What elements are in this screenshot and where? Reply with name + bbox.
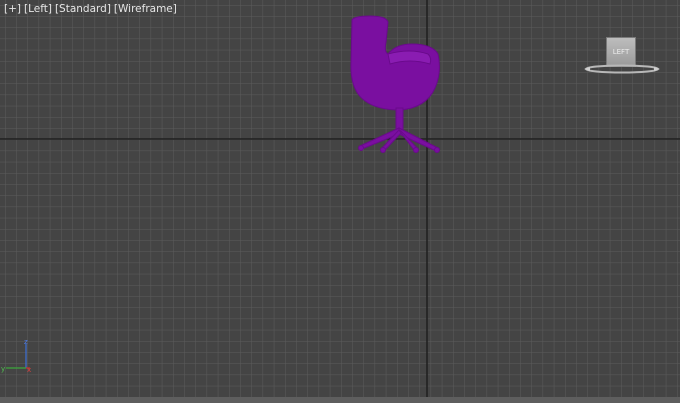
- viewport-menu-label[interactable]: [+]: [4, 3, 21, 15]
- axis-x-label: x: [27, 366, 31, 374]
- viewport-labels: [+] [Left] [Standard] [Wireframe]: [4, 3, 177, 15]
- axis-tripod: z y x: [1, 338, 31, 374]
- viewcube-compass-ring[interactable]: [584, 64, 660, 74]
- egg-chair-object[interactable]: [340, 12, 450, 157]
- axis-z-label: z: [24, 338, 28, 346]
- viewport-bottom-border: [0, 397, 680, 403]
- viewcube-left-face[interactable]: LEFT: [606, 37, 636, 67]
- viewport-display-mode-label[interactable]: [Wireframe]: [114, 3, 177, 15]
- axis-y-label: y: [1, 365, 5, 373]
- viewcube[interactable]: LEFT: [582, 34, 662, 78]
- left-viewport[interactable]: [+] [Left] [Standard] [Wireframe] LEFT z…: [0, 0, 680, 403]
- viewport-point-of-view-label[interactable]: [Left]: [24, 3, 52, 15]
- viewport-shading-label[interactable]: [Standard]: [55, 3, 111, 15]
